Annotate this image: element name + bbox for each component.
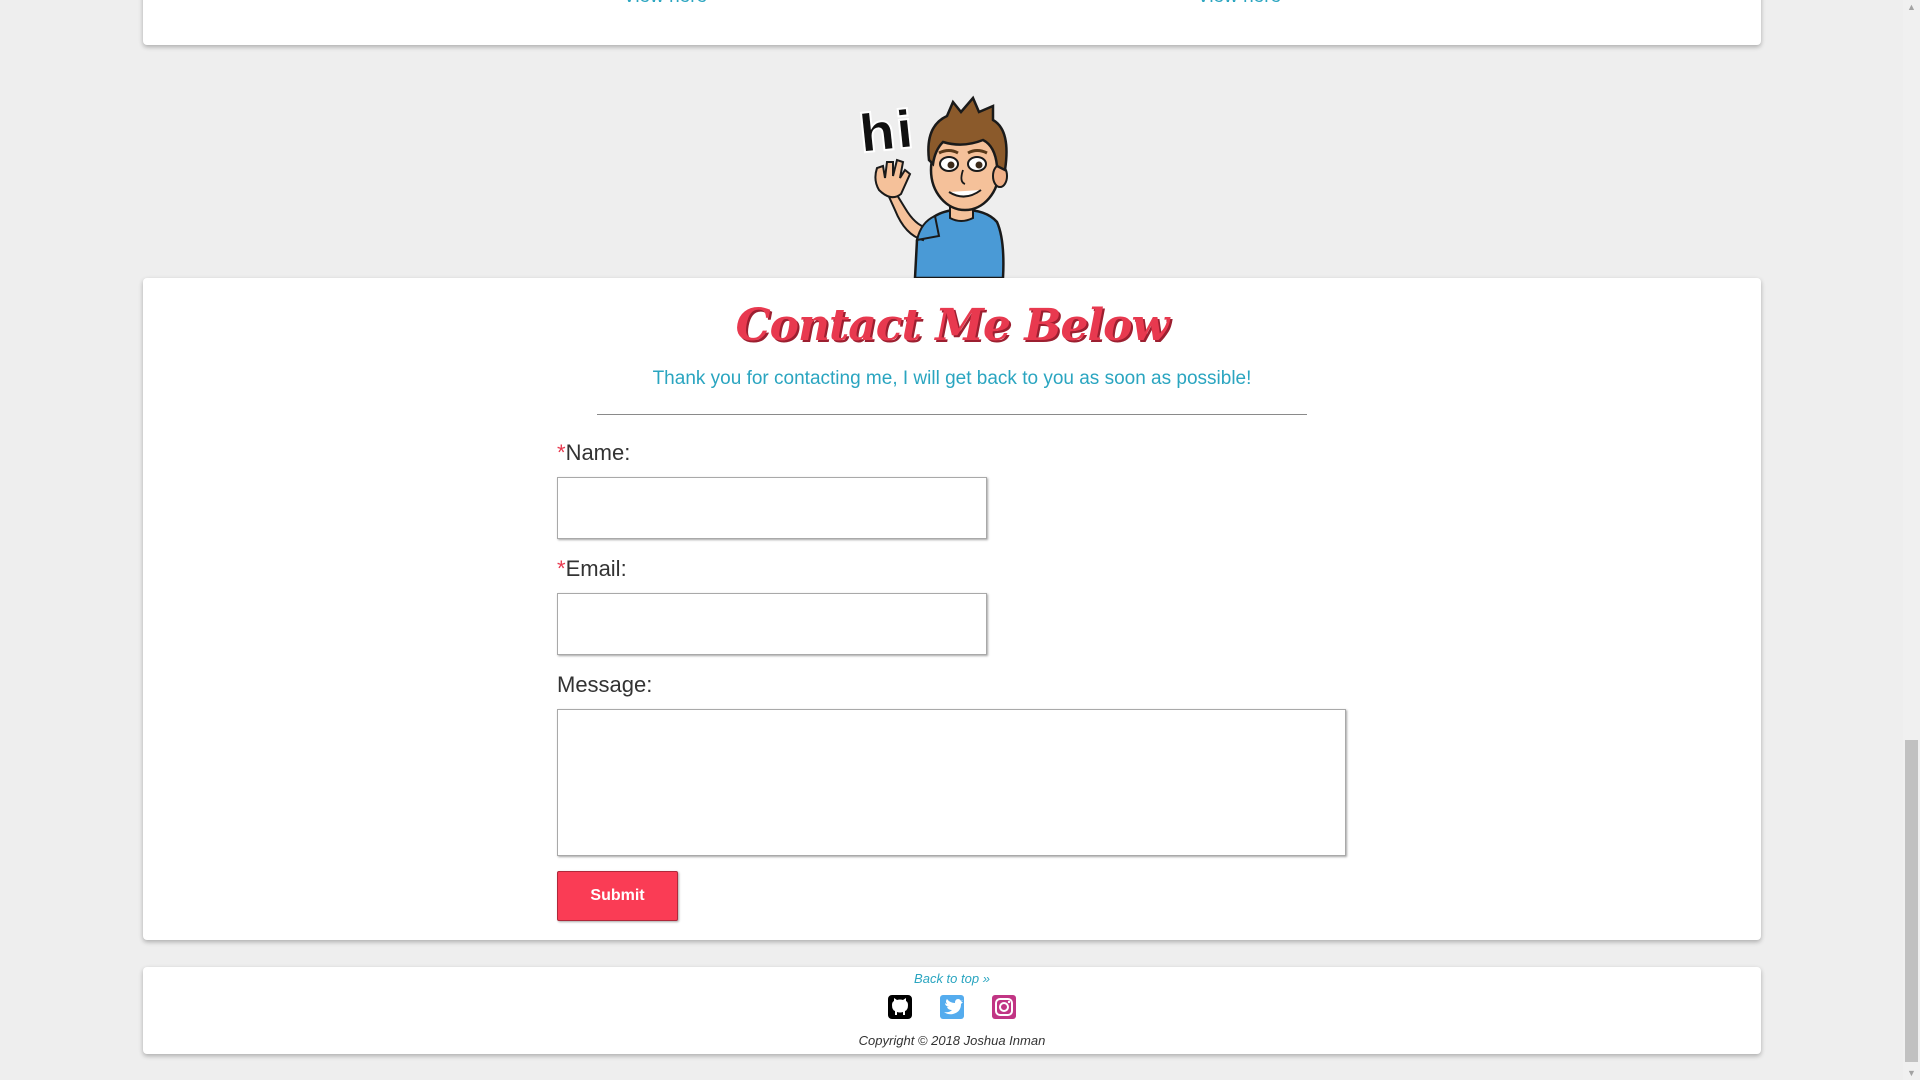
scroll-down-arrow-icon[interactable]: ▼ <box>1903 1066 1920 1080</box>
projects-card: View here View here <box>143 0 1761 45</box>
message-label: Message: <box>557 672 653 697</box>
project-view-link-right[interactable]: View here <box>1197 0 1281 8</box>
copyright-text: Copyright © 2018 Joshua Inman <box>858 1033 1046 1048</box>
scroll-up-arrow-icon[interactable]: ▲ <box>1903 0 1920 14</box>
twitter-icon[interactable] <box>939 994 965 1020</box>
message-textarea[interactable] <box>557 709 1346 856</box>
contact-title: Contact Me Below <box>735 300 1170 351</box>
back-to-top-link[interactable]: Back to top » <box>143 971 1761 986</box>
required-marker: * <box>557 556 566 581</box>
footer-card: Back to top » Copyright © 2018 Joshua In… <box>143 967 1761 1054</box>
contact-subtitle: Thank you for contacting me, I will get … <box>652 368 1252 389</box>
name-input[interactable] <box>557 477 987 539</box>
name-label: *Name: <box>557 440 630 466</box>
scrollbar-thumb[interactable] <box>1905 740 1918 1062</box>
email-input[interactable] <box>557 593 987 655</box>
vertical-scrollbar[interactable]: ▲ ▼ <box>1903 0 1920 1080</box>
instagram-icon[interactable] <box>991 994 1017 1020</box>
page: View here View here hi <box>0 0 1920 1080</box>
avatar-greeting: hi <box>856 100 917 165</box>
required-marker: * <box>557 440 566 465</box>
divider <box>597 414 1307 415</box>
avatar-illustration: hi <box>855 95 1008 278</box>
email-label: *Email: <box>557 556 627 582</box>
project-view-link-left[interactable]: View here <box>623 0 707 8</box>
github-icon[interactable] <box>887 994 913 1020</box>
email-label-text: Email: <box>565 556 627 581</box>
name-label-text: Name: <box>565 440 631 465</box>
submit-button[interactable]: Submit <box>557 871 678 921</box>
contact-card: Contact Me Below Thank you for contactin… <box>143 278 1761 940</box>
